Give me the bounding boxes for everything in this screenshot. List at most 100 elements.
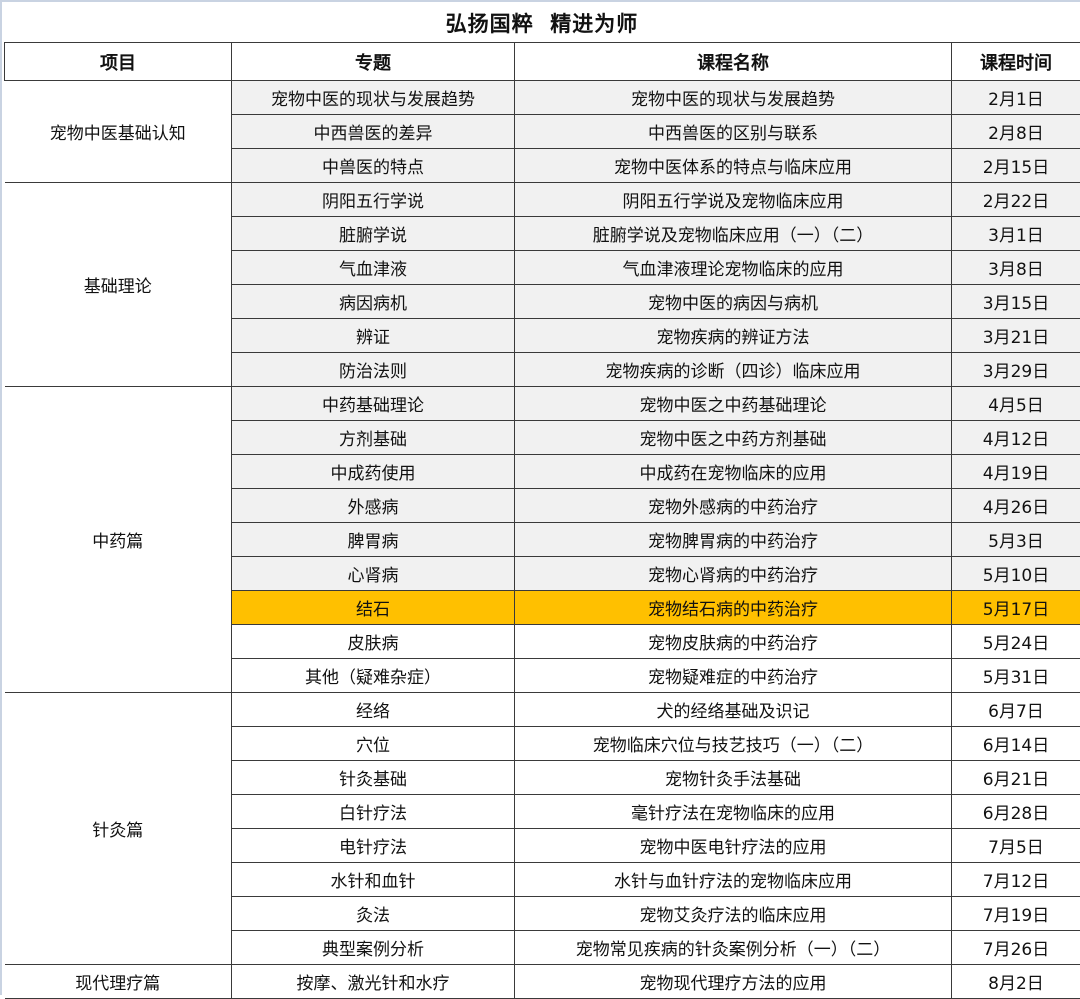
course-name-cell[interactable]: 宠物疾病的辨证方法: [515, 319, 952, 353]
course-date-cell[interactable]: 5月10日: [952, 557, 1080, 591]
course-date-cell[interactable]: 5月31日: [952, 659, 1080, 693]
course-date-cell[interactable]: 3月1日: [952, 217, 1080, 251]
course-date-cell[interactable]: 8月2日: [952, 965, 1080, 999]
course-date-cell[interactable]: 2月8日: [952, 115, 1080, 149]
topic-cell[interactable]: 中药基础理论: [232, 387, 515, 421]
course-date-cell[interactable]: 4月12日: [952, 421, 1080, 455]
header-row: 项目 专题 课程名称 课程时间: [5, 43, 1080, 81]
category-cell[interactable]: 宠物中医基础认知: [5, 81, 232, 183]
course-name-cell[interactable]: 阴阳五行学说及宠物临床应用: [515, 183, 952, 217]
course-date-cell[interactable]: 3月15日: [952, 285, 1080, 319]
course-name-cell[interactable]: 宠物中医的病因与病机: [515, 285, 952, 319]
course-name-cell[interactable]: 宠物外感病的中药治疗: [515, 489, 952, 523]
topic-cell[interactable]: 方剂基础: [232, 421, 515, 455]
table-row: 宠物中医基础认知宠物中医的现状与发展趋势宠物中医的现状与发展趋势2月1日: [5, 81, 1080, 115]
course-date-cell[interactable]: 5月24日: [952, 625, 1080, 659]
topic-cell[interactable]: 穴位: [232, 727, 515, 761]
table-body: 宠物中医基础认知宠物中医的现状与发展趋势宠物中医的现状与发展趋势2月1日中西兽医…: [5, 81, 1080, 999]
course-schedule-table: 项目 专题 课程名称 课程时间 宠物中医基础认知宠物中医的现状与发展趋势宠物中医…: [4, 42, 1080, 999]
course-date-cell[interactable]: 2月1日: [952, 81, 1080, 115]
topic-cell[interactable]: 心肾病: [232, 557, 515, 591]
course-date-cell[interactable]: 6月7日: [952, 693, 1080, 727]
course-name-cell[interactable]: 宠物临床穴位与技艺技巧（一）（二）: [515, 727, 952, 761]
topic-cell[interactable]: 脾胃病: [232, 523, 515, 557]
table-title: 弘扬国粹 精进为师: [4, 4, 1080, 41]
course-name-cell[interactable]: 宠物中医的现状与发展趋势: [515, 81, 952, 115]
course-date-cell[interactable]: 6月21日: [952, 761, 1080, 795]
course-name-cell[interactable]: 脏腑学说及宠物临床应用（一）（二）: [515, 217, 952, 251]
course-name-cell[interactable]: 宠物中医电针疗法的应用: [515, 829, 952, 863]
course-date-cell[interactable]: 3月21日: [952, 319, 1080, 353]
topic-cell[interactable]: 灸法: [232, 897, 515, 931]
category-cell[interactable]: 中药篇: [5, 387, 232, 693]
category-cell[interactable]: 现代理疗篇: [5, 965, 232, 999]
course-name-cell[interactable]: 宠物常见疾病的针灸案例分析（一）（二）: [515, 931, 952, 965]
course-name-cell[interactable]: 宠物艾灸疗法的临床应用: [515, 897, 952, 931]
topic-cell[interactable]: 中西兽医的差异: [232, 115, 515, 149]
topic-cell[interactable]: 皮肤病: [232, 625, 515, 659]
course-date-cell[interactable]: 2月22日: [952, 183, 1080, 217]
course-name-cell[interactable]: 气血津液理论宠物临床的应用: [515, 251, 952, 285]
header-topic[interactable]: 专题: [232, 43, 515, 81]
course-date-cell[interactable]: 7月5日: [952, 829, 1080, 863]
course-date-cell[interactable]: 4月19日: [952, 455, 1080, 489]
course-name-cell[interactable]: 毫针疗法在宠物临床的应用: [515, 795, 952, 829]
course-date-cell[interactable]: 7月26日: [952, 931, 1080, 965]
topic-cell[interactable]: 辨证: [232, 319, 515, 353]
topic-cell[interactable]: 中兽医的特点: [232, 149, 515, 183]
topic-cell[interactable]: 病因病机: [232, 285, 515, 319]
topic-cell[interactable]: 结石: [232, 591, 515, 625]
course-name-cell[interactable]: 中西兽医的区别与联系: [515, 115, 952, 149]
header-category[interactable]: 项目: [5, 43, 232, 81]
course-date-cell[interactable]: 4月26日: [952, 489, 1080, 523]
table-row: 中药篇中药基础理论宠物中医之中药基础理论4月5日: [5, 387, 1080, 421]
header-course-date[interactable]: 课程时间: [952, 43, 1080, 81]
course-name-cell[interactable]: 宠物针灸手法基础: [515, 761, 952, 795]
course-name-cell[interactable]: 宠物中医之中药方剂基础: [515, 421, 952, 455]
course-name-cell[interactable]: 宠物中医之中药基础理论: [515, 387, 952, 421]
topic-cell[interactable]: 其他（疑难杂症）: [232, 659, 515, 693]
course-name-cell[interactable]: 宠物心肾病的中药治疗: [515, 557, 952, 591]
course-date-cell[interactable]: 4月5日: [952, 387, 1080, 421]
course-date-cell[interactable]: 7月19日: [952, 897, 1080, 931]
course-name-cell[interactable]: 宠物结石病的中药治疗: [515, 591, 952, 625]
spreadsheet: 弘扬国粹 精进为师 项目 专题 课程名称 课程时间 宠物中医基础认知宠物中医的现…: [0, 0, 1080, 995]
topic-cell[interactable]: 按摩、激光针和水疗: [232, 965, 515, 999]
topic-cell[interactable]: 宠物中医的现状与发展趋势: [232, 81, 515, 115]
topic-cell[interactable]: 外感病: [232, 489, 515, 523]
topic-cell[interactable]: 防治法则: [232, 353, 515, 387]
course-date-cell[interactable]: 5月17日: [952, 591, 1080, 625]
topic-cell[interactable]: 脏腑学说: [232, 217, 515, 251]
table-row: 针灸篇经络犬的经络基础及识记6月7日: [5, 693, 1080, 727]
table-row: 基础理论阴阳五行学说阴阳五行学说及宠物临床应用2月22日: [5, 183, 1080, 217]
course-name-cell[interactable]: 中成药在宠物临床的应用: [515, 455, 952, 489]
topic-cell[interactable]: 针灸基础: [232, 761, 515, 795]
course-name-cell[interactable]: 宠物脾胃病的中药治疗: [515, 523, 952, 557]
course-date-cell[interactable]: 3月29日: [952, 353, 1080, 387]
topic-cell[interactable]: 阴阳五行学说: [232, 183, 515, 217]
topic-cell[interactable]: 电针疗法: [232, 829, 515, 863]
topic-cell[interactable]: 水针和血针: [232, 863, 515, 897]
course-date-cell[interactable]: 2月15日: [952, 149, 1080, 183]
course-name-cell[interactable]: 宠物现代理疗方法的应用: [515, 965, 952, 999]
topic-cell[interactable]: 白针疗法: [232, 795, 515, 829]
category-cell[interactable]: 基础理论: [5, 183, 232, 387]
course-name-cell[interactable]: 宠物中医体系的特点与临床应用: [515, 149, 952, 183]
topic-cell[interactable]: 经络: [232, 693, 515, 727]
course-date-cell[interactable]: 6月28日: [952, 795, 1080, 829]
course-name-cell[interactable]: 水针与血针疗法的宠物临床应用: [515, 863, 952, 897]
topic-cell[interactable]: 典型案例分析: [232, 931, 515, 965]
category-cell[interactable]: 针灸篇: [5, 693, 232, 965]
table-row: 现代理疗篇按摩、激光针和水疗宠物现代理疗方法的应用8月2日: [5, 965, 1080, 999]
course-date-cell[interactable]: 5月3日: [952, 523, 1080, 557]
course-date-cell[interactable]: 3月8日: [952, 251, 1080, 285]
course-name-cell[interactable]: 宠物疑难症的中药治疗: [515, 659, 952, 693]
course-date-cell[interactable]: 7月12日: [952, 863, 1080, 897]
header-course-name[interactable]: 课程名称: [515, 43, 952, 81]
topic-cell[interactable]: 气血津液: [232, 251, 515, 285]
course-name-cell[interactable]: 宠物皮肤病的中药治疗: [515, 625, 952, 659]
course-date-cell[interactable]: 6月14日: [952, 727, 1080, 761]
course-name-cell[interactable]: 宠物疾病的诊断（四诊）临床应用: [515, 353, 952, 387]
course-name-cell[interactable]: 犬的经络基础及识记: [515, 693, 952, 727]
topic-cell[interactable]: 中成药使用: [232, 455, 515, 489]
